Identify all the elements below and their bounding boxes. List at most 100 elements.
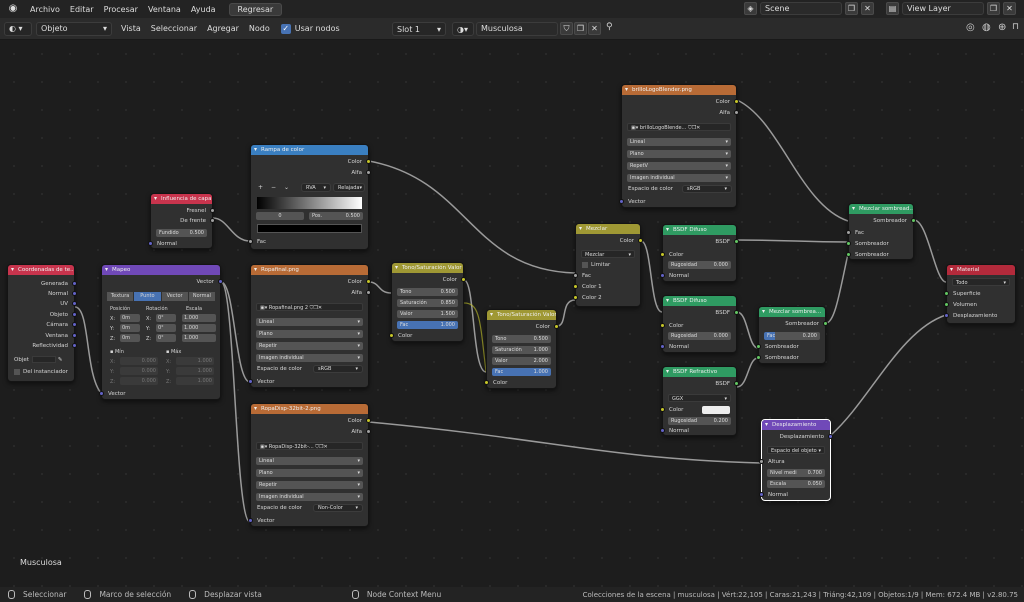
socket-dot[interactable] [366, 429, 371, 434]
displacement-node[interactable]: Desplazamiento Desplazamiento Espacio de… [759, 419, 833, 501]
socket-ventana[interactable]: Ventana [8, 331, 77, 341]
socket-vector-in[interactable]: Vector [619, 197, 736, 207]
fake-user-icon[interactable]: ⛉ [560, 22, 573, 35]
socket-dot[interactable] [756, 344, 761, 349]
color-space-dropdown[interactable]: Non-Color ▾ [313, 504, 363, 512]
duplicate-material-icon[interactable]: ❐ [574, 22, 587, 35]
menu-ventana[interactable]: Ventana [143, 5, 186, 14]
distribution-dropdown[interactable]: GGX ▾ [668, 394, 731, 402]
socket-dot[interactable] [248, 518, 253, 523]
socket-volume-in[interactable]: Volumen [944, 300, 1015, 310]
node-header[interactable]: Mezclar sombread... [849, 204, 913, 214]
socket-dot[interactable] [210, 208, 215, 213]
socket-dot[interactable] [660, 273, 665, 278]
socket-dot[interactable] [99, 391, 104, 396]
socket-dot[interactable] [389, 333, 394, 338]
socket-dot[interactable] [218, 279, 223, 284]
interpolation-dropdown[interactable]: Lineal ▾ [256, 457, 363, 465]
socket-normal-in[interactable]: Normal [660, 342, 736, 352]
add-stop-icon[interactable]: + [258, 183, 263, 193]
socket-dot[interactable] [660, 252, 665, 257]
midlevel-field[interactable]: Nivel medi 0.700 [767, 469, 825, 477]
image-texture-ropafinal-node[interactable]: Ropafinal.png Color Alfa ▣▾ Ropafinal.pn… [248, 264, 371, 388]
socket-height-in[interactable]: Altura [759, 457, 830, 467]
hue-field[interactable]: Tono 0.500 [397, 288, 458, 296]
magnet-icon[interactable]: ⊓ [1012, 22, 1019, 32]
socket-dot[interactable] [248, 379, 253, 384]
node-canvas[interactable]: Coordenadas de te... Generada Normal UV … [0, 40, 1024, 587]
projection-dropdown[interactable]: Plano ▾ [627, 150, 731, 158]
menu-ayuda[interactable]: Ayuda [186, 5, 221, 14]
socket-vector-in[interactable]: Vector [248, 377, 368, 387]
blender-logo-icon[interactable]: ◉ [5, 2, 21, 16]
image-file-field[interactable]: ▣▾ brilloLogoBlende... ⛉❐✕ [627, 123, 731, 131]
node-header[interactable]: BSDF Refractivo [663, 367, 736, 377]
socket-uv[interactable]: UV [8, 299, 77, 309]
stop-color-swatch[interactable] [257, 224, 362, 233]
ramp-menu-icon[interactable]: ⌄ [284, 183, 289, 193]
scene-icon[interactable]: ◈ [744, 2, 757, 15]
source-dropdown[interactable]: Imagen individual ▾ [256, 354, 363, 362]
socket-fac-in[interactable]: Fac [846, 228, 913, 238]
socket-color-in[interactable]: Color [484, 378, 556, 388]
socket-camara[interactable]: Cámara [8, 320, 77, 330]
blend-mode-dropdown[interactable]: Mezclar ▾ [581, 250, 635, 258]
backdrop-icon[interactable]: ◍ [982, 22, 991, 33]
scale-field[interactable]: 1.000 [182, 314, 216, 322]
socket-dot[interactable] [734, 99, 739, 104]
socket-reflectividad[interactable]: Reflectividad [8, 341, 77, 351]
node-header[interactable]: Tono/Saturación Valor [487, 310, 556, 320]
fac-field[interactable]: Fac 1.000 [397, 321, 458, 329]
socket-color1-in[interactable]: Color 1 [573, 282, 640, 292]
rotation-field[interactable]: 0° [156, 314, 176, 322]
max-field[interactable]: 1.000 [176, 377, 214, 385]
socket-dot[interactable] [846, 230, 851, 235]
node-header[interactable]: Coordenadas de te... [8, 265, 74, 275]
socket-dot[interactable] [944, 313, 949, 318]
menu-vista[interactable]: Vista [116, 24, 146, 33]
node-header[interactable]: Ropafinal.png [251, 265, 368, 275]
socket-dot[interactable] [248, 239, 253, 244]
tab-textura[interactable]: Textura [107, 292, 134, 301]
socket-color-out[interactable]: Color [576, 236, 643, 246]
interpolation-dropdown[interactable]: Lineal ▾ [627, 138, 731, 146]
node-header[interactable]: RopaDisp-32bit-2.png [251, 404, 368, 414]
socket-color-out[interactable]: Color [251, 277, 371, 287]
hue-field[interactable]: Tono 0.500 [492, 335, 551, 343]
from-instancer-row[interactable]: Del instanciador [8, 367, 74, 377]
socket-fac-in[interactable]: Fac [573, 271, 640, 281]
projection-dropdown[interactable]: Plano ▾ [256, 469, 363, 477]
mix-shader-node-1[interactable]: Mezclar sombread... Sombreador Fac Sombr… [846, 203, 916, 260]
menu-procesar[interactable]: Procesar [99, 5, 143, 14]
ramp-mode-dropdown[interactable]: RVA ▾ [301, 183, 331, 192]
socket-color-out[interactable]: Color [622, 97, 739, 107]
color-space-dropdown[interactable]: sRGB ▾ [682, 185, 732, 193]
socket-dot[interactable] [72, 322, 77, 327]
socket-dot[interactable] [660, 344, 665, 349]
saturation-field[interactable]: Saturación 1.000 [492, 346, 551, 354]
position-field[interactable]: 0m [120, 314, 140, 322]
view-layer-field[interactable]: View Layer [902, 2, 984, 15]
socket-surface-in[interactable]: Superficie [944, 289, 1015, 299]
from-instancer-checkbox[interactable] [14, 368, 20, 375]
blend-field[interactable]: Fundido 0.500 [156, 229, 207, 237]
max-field[interactable]: 1.000 [176, 357, 214, 365]
socket-dot[interactable] [756, 355, 761, 360]
socket-shader-out[interactable]: Sombreador [759, 319, 828, 329]
value-field[interactable]: Valor 1.500 [397, 310, 458, 318]
extension-dropdown[interactable]: Repetir ▾ [256, 481, 363, 489]
min-field[interactable]: 0.000 [120, 367, 158, 375]
socket-de-frente[interactable]: De frente [151, 216, 215, 226]
diffuse-bsdf-node-2[interactable]: BSDF Difuso BSDF Color Rugosidad 0.000 No… [660, 295, 739, 353]
socket-dot[interactable] [573, 295, 578, 300]
socket-color-in[interactable]: Color [389, 331, 463, 341]
socket-shader-out[interactable]: Sombreador [849, 216, 916, 226]
eyedropper-icon[interactable]: ✎ [58, 357, 63, 363]
socket-dot[interactable] [366, 290, 371, 295]
roughness-field[interactable]: Rugosidad 0.200 [668, 417, 731, 425]
socket-dot[interactable] [72, 312, 77, 317]
unlink-material-icon[interactable]: ✕ [588, 22, 601, 35]
socket-normal-in[interactable]: Normal [759, 490, 830, 500]
hue-saturation-node-1[interactable]: Tono/Saturación Valor Color Tono 0.500 Sa… [389, 262, 466, 342]
material-output-node[interactable]: Material Todo ▾ Superficie Volumen Despla… [944, 264, 1016, 324]
